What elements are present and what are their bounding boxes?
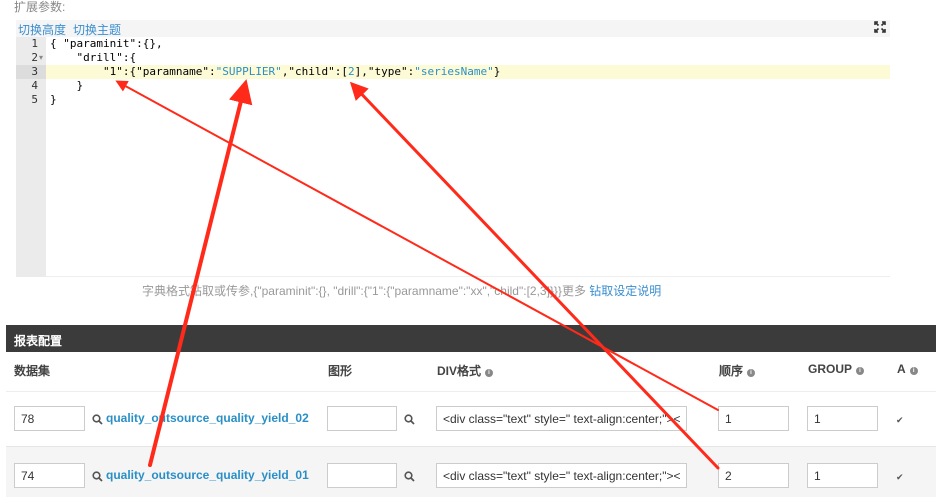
dataset-link[interactable]: quality_outsource_quality_yield_01 xyxy=(106,468,309,482)
col-a: Ai xyxy=(897,362,918,376)
line-number: 5 xyxy=(31,93,38,106)
expand-icon[interactable] xyxy=(874,21,886,33)
order-input[interactable]: 2 xyxy=(718,463,789,488)
info-icon[interactable]: i xyxy=(856,367,865,375)
fold-arrow-icon[interactable]: ▾ xyxy=(39,51,43,65)
dataset-link[interactable]: quality_outsource_quality_yield_02 xyxy=(106,411,309,425)
group-input[interactable]: 1 xyxy=(807,406,878,431)
search-icon[interactable] xyxy=(92,414,103,425)
toggle-theme-link[interactable]: 切换主题 xyxy=(73,21,121,38)
code-line: { "paraminit":{}, xyxy=(50,37,163,50)
col-dataset: 数据集 xyxy=(14,364,51,378)
info-icon[interactable]: i xyxy=(747,369,756,377)
col-chart: 图形 xyxy=(328,364,353,378)
search-icon[interactable] xyxy=(92,471,103,482)
report-config-header: 报表配置 xyxy=(6,325,936,352)
dataset-id-input[interactable]: 74 xyxy=(14,463,85,488)
code-editor[interactable]: 1 2 ▾ 3 4 5 { "paraminit":{}, "drill":{ … xyxy=(16,37,890,277)
dataset-id-input[interactable]: 78 xyxy=(14,406,85,431)
order-input[interactable]: 1 xyxy=(718,406,789,431)
editor-toolbar: 切换高度 切换主题 xyxy=(16,20,890,37)
code-line: "drill":{ xyxy=(50,51,137,64)
search-icon[interactable] xyxy=(404,414,415,425)
search-icon[interactable] xyxy=(404,471,415,482)
extended-params-label: 扩展参数: xyxy=(14,0,66,14)
line-number: 3 xyxy=(31,65,38,78)
chart-input[interactable] xyxy=(327,463,397,488)
col-div-format: DIV格式 i xyxy=(437,362,494,379)
line-number: 4 xyxy=(31,79,38,92)
a-checkbox[interactable]: ✔ xyxy=(896,473,904,482)
code-line: } xyxy=(50,93,57,106)
code-line: } xyxy=(50,79,84,92)
div-format-input[interactable]: <div class="text" style=" text-align:cen… xyxy=(436,463,687,488)
line-number: 1 xyxy=(31,37,38,50)
col-order: 顺序 i xyxy=(719,362,756,379)
info-icon[interactable]: i xyxy=(909,367,918,375)
toggle-height-link[interactable]: 切换高度 xyxy=(18,21,66,38)
group-input[interactable]: 1 xyxy=(807,463,878,488)
a-checkbox[interactable]: ✔ xyxy=(896,416,904,425)
drill-hint-text: 字典格式钻取或传参,{"paraminit":{}, "drill":{"1":… xyxy=(142,284,586,298)
info-icon[interactable]: i xyxy=(485,369,494,377)
col-group: GROUP i xyxy=(808,362,865,376)
chart-input[interactable] xyxy=(327,406,397,431)
line-number: 2 xyxy=(31,51,38,64)
div-format-input[interactable]: <div class="text" style=" text-align:cen… xyxy=(436,406,687,431)
drill-hint: 字典格式钻取或传参,{"paraminit":{}, "drill":{"1":… xyxy=(142,282,661,299)
code-line: "1":{"paramname":"SUPPLIER","child":[2],… xyxy=(50,65,501,78)
drill-settings-link[interactable]: 钻取设定说明 xyxy=(589,284,661,298)
